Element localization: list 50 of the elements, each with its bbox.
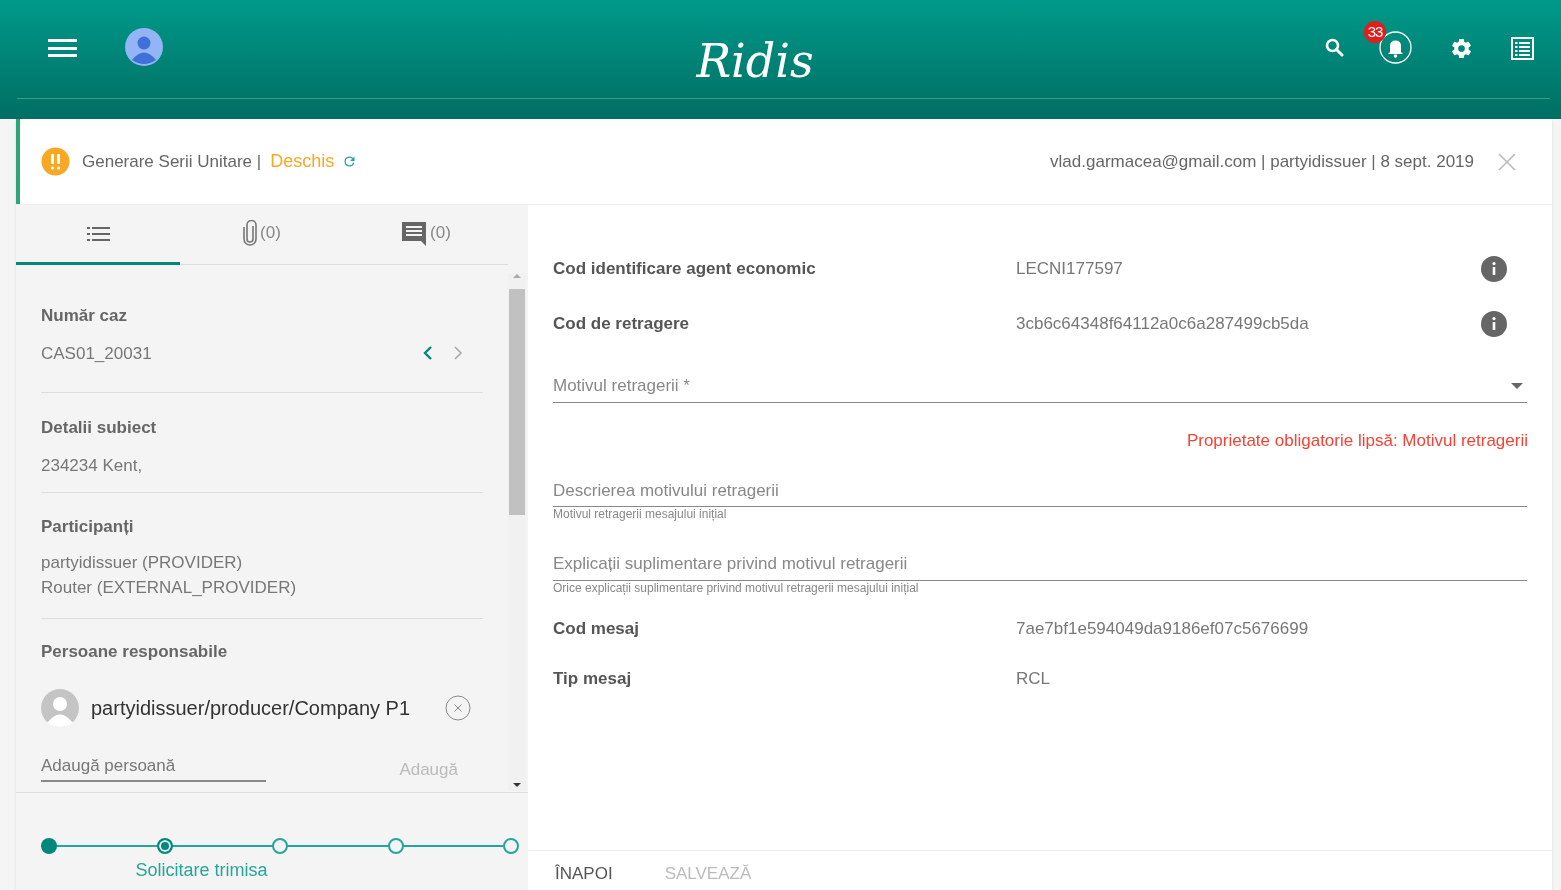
add-person-field[interactable]: Adaugă persoană: [41, 752, 266, 782]
list-icon: [86, 226, 110, 241]
reason-select[interactable]: Motivul retragerii *: [553, 369, 1527, 403]
notification-badge: 33: [1364, 21, 1386, 43]
field-value: 3cb6c64348f64112a0c6a287499cb5da: [1016, 312, 1309, 335]
info-icon[interactable]: [1481, 310, 1507, 337]
action-button[interactable]: ÎNAPOI: [555, 860, 613, 887]
panel-tab[interactable]: (0): [180, 205, 344, 264]
participant: Router (EXTERNAL_PROVIDER): [41, 576, 298, 599]
field-hint: Orice explicații suplimentare privind motivul retragerii mesajului inițial: [553, 580, 920, 595]
field-label: Cod mesaj: [553, 617, 640, 640]
app-logo: Ridis: [695, 33, 815, 90]
dropdown-icon: [1511, 382, 1523, 389]
field-label: Tip mesaj: [553, 667, 633, 690]
avatar-icon[interactable]: [125, 28, 163, 66]
section-title: Participanți: [41, 516, 135, 538]
section-title: Detalii subiect: [41, 417, 158, 439]
error-message: Proprietate obligatorie lipsă: Motivul retragerii: [1185, 430, 1528, 452]
step-label: Solicitare trimisa: [135, 859, 268, 882]
list-icon[interactable]: [1511, 37, 1534, 60]
status-text: Deschis: [270, 150, 335, 173]
participant: partyidissuer (PROVIDER): [41, 551, 244, 574]
warning-icon: [41, 147, 70, 176]
subject-details: 234234 Kent,: [41, 454, 144, 477]
comment-icon: [401, 220, 428, 246]
text-field[interactable]: Explicații suplimentare privind motivul retragerii: [553, 551, 1527, 581]
person-avatar-icon: [41, 688, 79, 727]
menu-icon[interactable]: [48, 39, 77, 57]
remove-icon[interactable]: [445, 694, 471, 721]
settings-icon[interactable]: [1450, 37, 1473, 60]
section-title: Persoane responsabile: [41, 641, 229, 663]
case-number: CAS01_20031: [41, 342, 152, 365]
process-title: Generare Serii Unitare |: [82, 150, 262, 173]
info-icon[interactable]: [1481, 255, 1507, 282]
chevron-left-icon[interactable]: [423, 345, 433, 362]
section-title: Număr caz: [41, 305, 128, 327]
field-value: 7ae7bf1e594049da9186ef07c5676699: [1016, 617, 1309, 640]
panel-tab[interactable]: (0): [344, 205, 508, 264]
select-placeholder: Motivul retragerii *: [553, 374, 690, 397]
field-value: RCL: [1016, 667, 1050, 690]
text-field[interactable]: Descrierea motivului retragerii: [553, 477, 1527, 507]
search-icon[interactable]: [1325, 38, 1344, 57]
paperclip-icon: [243, 220, 258, 246]
field-label: Cod de retragere: [553, 312, 691, 335]
field-value: LECNI177597: [1016, 257, 1123, 280]
field-hint: Motivul retragerii mesajului inițial: [553, 507, 728, 521]
field-label: Cod identificare agent economic: [553, 257, 817, 280]
refresh-icon[interactable]: [342, 154, 358, 169]
case-meta: vlad.garmacea@gmail.com | partyidissuer | 8 sept. 2019: [1050, 150, 1474, 173]
person-name: partyidissuer/producer/Company P1: [91, 695, 411, 721]
